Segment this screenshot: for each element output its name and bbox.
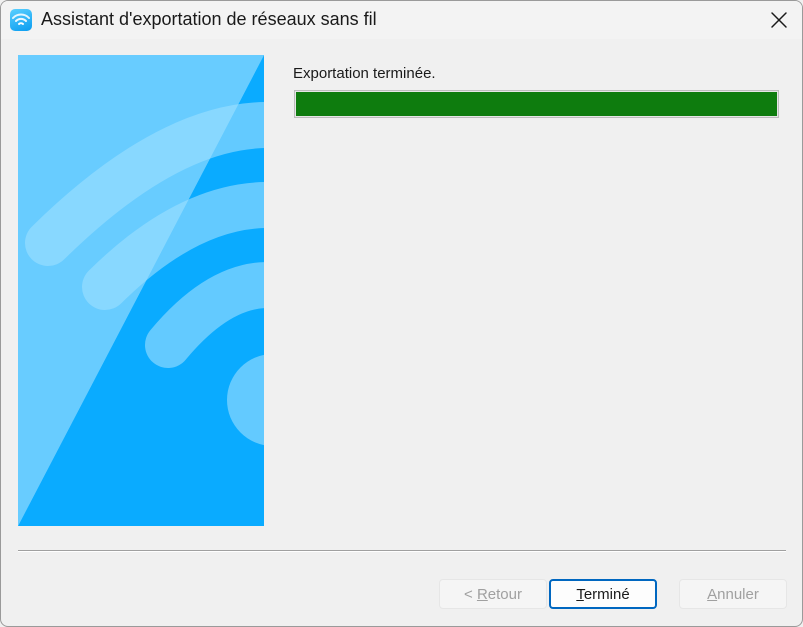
close-button[interactable] — [756, 1, 802, 39]
cancel-button[interactable]: Annuler — [679, 579, 787, 609]
export-progress-bar — [294, 90, 779, 118]
back-button[interactable]: < Retour — [439, 579, 547, 609]
divider — [18, 550, 786, 552]
finish-button[interactable]: Terminé — [549, 579, 657, 609]
status-label: Exportation terminée. — [293, 65, 436, 82]
wifi-app-icon — [10, 9, 32, 31]
finish-button-label: Terminé — [576, 586, 630, 603]
back-button-label: < Retour — [464, 586, 522, 603]
cancel-button-label: Annuler — [707, 586, 759, 603]
window-title: Assistant d'exportation de réseaux sans … — [41, 9, 377, 29]
title-bar[interactable]: Assistant d'exportation de réseaux sans … — [1, 1, 802, 39]
wifi-signal-illustration — [18, 55, 264, 526]
progress-fill — [296, 92, 777, 116]
close-icon — [771, 12, 787, 28]
export-wizard-window: Assistant d'exportation de réseaux sans … — [0, 0, 803, 627]
